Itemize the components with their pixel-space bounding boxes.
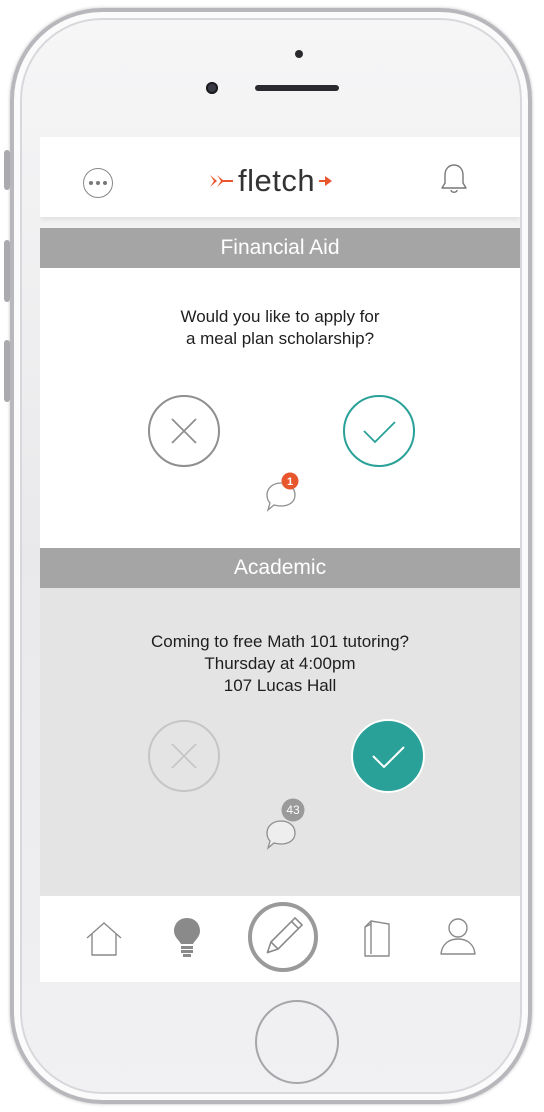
question-line: Thursday at 4:00pm	[204, 654, 356, 673]
question-text: Would you like to apply for a meal plan …	[40, 306, 520, 350]
pencil-icon[interactable]	[247, 901, 319, 973]
question-line: 107 Lucas Hall	[223, 676, 337, 695]
proximity-sensor	[295, 50, 303, 58]
volume-up-button	[4, 240, 10, 302]
earpiece-speaker	[255, 85, 339, 91]
fletch-logo: fletch	[208, 161, 333, 201]
comment-count: 1	[287, 476, 293, 488]
section-header-financial-aid: Financial Aid	[40, 228, 520, 268]
comments-button[interactable]: 43	[263, 798, 311, 854]
question-card-financial-aid: Would you like to apply for a meal plan …	[40, 268, 520, 548]
accept-button-selected[interactable]	[351, 719, 425, 793]
tab-bar	[40, 895, 520, 982]
question-line: a meal plan scholarship?	[185, 329, 375, 348]
check-icon	[363, 421, 396, 444]
x-icon	[171, 743, 197, 769]
home-icon[interactable]	[84, 920, 124, 958]
app-screen: fletch Financial Aid Would you like to a…	[40, 137, 520, 982]
comment-count: 43	[286, 803, 300, 817]
arrow-head-icon	[319, 176, 333, 186]
volume-down-button	[4, 340, 10, 402]
bell-icon[interactable]	[440, 162, 468, 196]
front-camera	[206, 82, 218, 94]
app-bar: fletch	[40, 137, 520, 217]
decline-button[interactable]	[147, 394, 221, 468]
question-text: Coming to free Math 101 tutoring? Thursd…	[40, 631, 520, 697]
question-card-academic: Coming to free Math 101 tutoring? Thursd…	[40, 588, 520, 895]
question-line: Coming to free Math 101 tutoring?	[151, 632, 409, 651]
x-icon	[171, 418, 197, 444]
mute-switch	[4, 150, 10, 190]
logo-wordmark: fletch	[238, 163, 316, 198]
home-button[interactable]	[255, 1000, 339, 1084]
arrow-fletching-icon	[210, 175, 233, 187]
decline-button[interactable]	[147, 719, 221, 793]
feed-spacer	[40, 217, 520, 228]
section-header-academic: Academic	[40, 548, 520, 588]
question-line: Would you like to apply for	[180, 307, 380, 326]
profile-icon[interactable]	[438, 916, 478, 958]
accept-button[interactable]	[342, 394, 416, 468]
ellipsis-icon[interactable]	[83, 168, 113, 198]
lightbulb-icon[interactable]	[172, 916, 202, 958]
document-icon[interactable]	[362, 918, 392, 958]
comment-count-badge: 1	[281, 472, 299, 490]
comments-button[interactable]: 1	[263, 472, 311, 516]
comment-count-badge: 43	[281, 798, 305, 822]
